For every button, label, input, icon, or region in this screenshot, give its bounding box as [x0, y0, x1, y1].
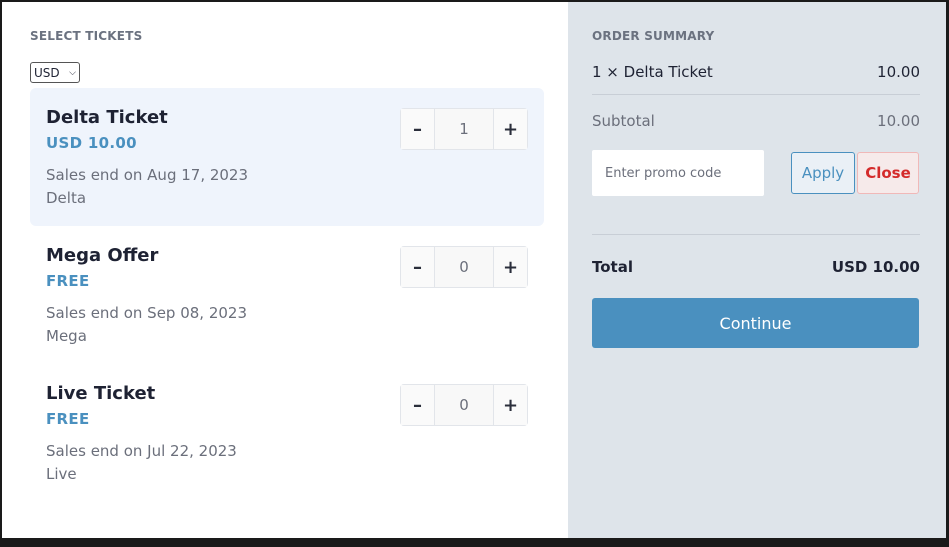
- line-item-label: 1 × Delta Ticket: [592, 63, 713, 81]
- order-summary-heading: ORDER SUMMARY: [592, 29, 715, 43]
- total-label: Total: [592, 258, 633, 276]
- close-promo-button[interactable]: Close: [857, 152, 919, 194]
- ticket-item-mega: Mega Offer FREE Sales end on Sep 08, 202…: [30, 226, 544, 364]
- subtotal-label: Subtotal: [592, 112, 655, 130]
- promo-code-row: Apply Close: [592, 150, 920, 235]
- select-tickets-heading: SELECT TICKETS: [30, 29, 143, 43]
- line-item-amount: 10.00: [877, 63, 920, 81]
- promo-code-input[interactable]: [592, 150, 764, 196]
- ticket-item-delta: Delta Ticket USD 10.00 Sales end on Aug …: [30, 88, 544, 226]
- ticket-item-live: Live Ticket FREE Sales end on Jul 22, 20…: [30, 364, 544, 502]
- quantity-stepper: – 0 +: [400, 384, 528, 426]
- quantity-stepper: – 0 +: [400, 246, 528, 288]
- quantity-value[interactable]: 0: [434, 385, 494, 425]
- ticket-description: Mega: [46, 327, 87, 345]
- subtotal-row: Subtotal 10.00: [592, 112, 920, 130]
- decrement-button[interactable]: –: [401, 109, 434, 149]
- chevron-down-icon: ⌵: [69, 67, 76, 78]
- quantity-stepper: – 1 +: [400, 108, 528, 150]
- quantity-value[interactable]: 1: [434, 109, 494, 149]
- quantity-value[interactable]: 0: [434, 247, 494, 287]
- ticket-sales-end: Sales end on Sep 08, 2023: [46, 304, 248, 322]
- decrement-button[interactable]: –: [401, 247, 434, 287]
- ticket-sales-end: Sales end on Aug 17, 2023: [46, 166, 249, 184]
- ticket-list: Delta Ticket USD 10.00 Sales end on Aug …: [30, 88, 544, 502]
- total-amount: USD 10.00: [831, 258, 920, 276]
- order-summary-panel: ORDER SUMMARY 1 × Delta Ticket 10.00 Sub…: [568, 2, 946, 538]
- increment-button[interactable]: +: [494, 385, 527, 425]
- increment-button[interactable]: +: [494, 109, 527, 149]
- subtotal-amount: 10.00: [877, 112, 920, 130]
- summary-line-item: 1 × Delta Ticket 10.00: [592, 63, 920, 95]
- total-row: Total USD 10.00: [592, 258, 920, 276]
- continue-button[interactable]: Continue: [592, 298, 919, 348]
- ticket-description: Live: [46, 465, 77, 483]
- select-tickets-panel: SELECT TICKETS USD ⌵ Delta Ticket USD 10…: [2, 2, 568, 538]
- ticket-description: Delta: [46, 189, 87, 207]
- ticket-sales-end: Sales end on Jul 22, 2023: [46, 442, 237, 460]
- currency-select[interactable]: USD ⌵: [30, 62, 80, 83]
- increment-button[interactable]: +: [494, 247, 527, 287]
- decrement-button[interactable]: –: [401, 385, 434, 425]
- apply-promo-button[interactable]: Apply: [791, 152, 855, 194]
- ticket-checkout-window: SELECT TICKETS USD ⌵ Delta Ticket USD 10…: [2, 2, 946, 538]
- currency-value: USD: [34, 65, 60, 80]
